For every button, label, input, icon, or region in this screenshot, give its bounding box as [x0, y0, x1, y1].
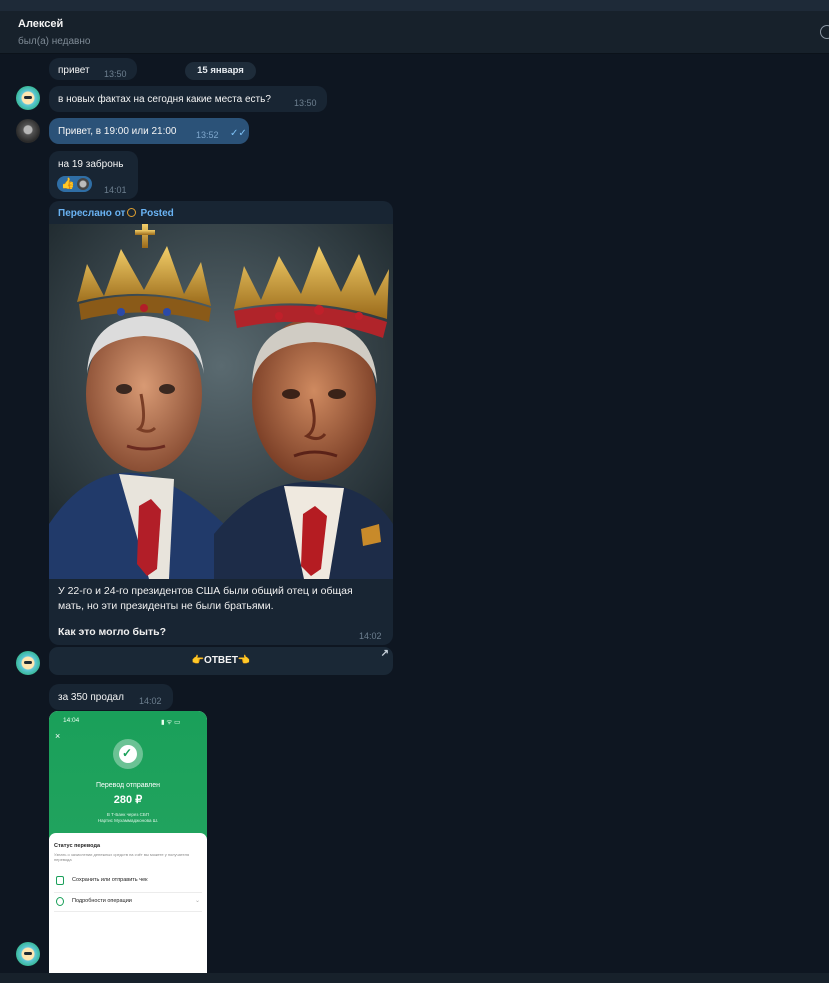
- divider: [54, 911, 202, 912]
- operation-details-label: Подробности операции: [72, 898, 132, 904]
- post-question: Как это могло быть?: [58, 626, 167, 638]
- my-avatar[interactable]: [16, 119, 40, 143]
- message-text: за 350 продал: [58, 692, 124, 703]
- transfer-bank: В Т-Банк через СБП: [106, 812, 150, 817]
- message-bubble-outgoing[interactable]: Привет, в 19:00 или 21:00 13:52 ✓✓: [49, 118, 249, 144]
- forwarded-from-label[interactable]: Переслано от Posted: [58, 208, 174, 219]
- info-icon: [56, 897, 64, 906]
- chat-title[interactable]: Алексей: [18, 18, 63, 30]
- message-time: 14:01: [104, 185, 127, 195]
- transfer-title: Перевод отправлен: [95, 782, 161, 789]
- message-time: 13:52: [196, 130, 219, 140]
- thumbs-up-icon: 👍: [61, 178, 75, 190]
- contact-avatar[interactable]: [16, 86, 40, 110]
- post-text: У 22-го и 24-го президентов США были общ…: [58, 585, 353, 612]
- receipt-header: 14:04 ▮ ᯤ ▭ × ✓ Перевод отправлен 280 ₽ …: [49, 711, 207, 839]
- message-bubble[interactable]: привет 13:50: [49, 58, 137, 80]
- message-text: привет: [58, 65, 90, 76]
- date-separator: 15 января: [185, 62, 256, 80]
- save-receipt-row: Сохранить или отправить чек: [54, 873, 202, 889]
- success-check-icon: ✓: [113, 739, 143, 769]
- window-top-strip: [0, 0, 829, 11]
- phone-status-time: 14:04: [63, 717, 80, 724]
- chevron-down-icon: ⌄: [194, 898, 200, 904]
- forwarded-prefix: Переслано от: [58, 208, 126, 219]
- message-time: 14:02: [359, 631, 382, 641]
- message-bubble[interactable]: в новых фактах на сегодня какие места ес…: [49, 86, 327, 112]
- reactor-avatar: [77, 178, 89, 190]
- status-title: Статус перевода: [54, 843, 101, 849]
- message-time: 13:50: [294, 98, 317, 108]
- post-image-art: [49, 224, 393, 579]
- operation-details-row: Подробности операции ⌄: [54, 894, 202, 910]
- contact-avatar[interactable]: [16, 942, 40, 966]
- message-text: на 19 забронь: [58, 159, 124, 170]
- channel-icon: [127, 208, 137, 217]
- close-icon: ×: [55, 731, 61, 741]
- contact-avatar[interactable]: [16, 651, 40, 675]
- message-text: Привет, в 19:00 или 21:00: [58, 126, 177, 137]
- answer-button-label: 👉ОТВЕТ👈: [191, 655, 251, 666]
- message-time: 14:02: [139, 696, 162, 706]
- save-receipt-label: Сохранить или отправить чек: [72, 877, 148, 883]
- divider: [54, 892, 202, 893]
- receipt-icon: [56, 876, 64, 885]
- receipt-screenshot[interactable]: 14:04 ▮ ᯤ ▭ × ✓ Перевод отправлен 280 ₽ …: [49, 711, 207, 973]
- last-seen-status: был(а) недавно: [18, 36, 91, 47]
- search-icon[interactable]: [820, 25, 829, 39]
- message-bubble[interactable]: за 350 продал 14:02: [49, 684, 173, 710]
- transfer-amount: 280 ₽: [113, 794, 143, 806]
- receipt-card: Статус перевода Узнать о зачислении дене…: [49, 833, 207, 973]
- transfer-recipient: Нартис Мухаммаджонова Ш.: [97, 818, 159, 823]
- message-time: 13:50: [104, 69, 127, 79]
- external-link-icon: ↗: [380, 648, 389, 659]
- read-checkmarks-icon: ✓✓: [230, 128, 247, 139]
- chat-header: Алексей был(а) недавно: [0, 11, 829, 54]
- phone-status-icons: ▮ ᯤ ▭: [161, 719, 181, 726]
- answer-inline-button[interactable]: 👉ОТВЕТ👈 ↗: [49, 647, 393, 675]
- status-description: Узнать о зачислении денежных средств на …: [54, 852, 190, 862]
- message-text: в новых фактах на сегодня какие места ес…: [58, 94, 271, 105]
- post-image[interactable]: [49, 224, 393, 579]
- reaction-badge[interactable]: 👍: [57, 176, 92, 192]
- message-input-area[interactable]: [0, 973, 829, 983]
- forwarded-channel-name[interactable]: Posted: [140, 208, 173, 219]
